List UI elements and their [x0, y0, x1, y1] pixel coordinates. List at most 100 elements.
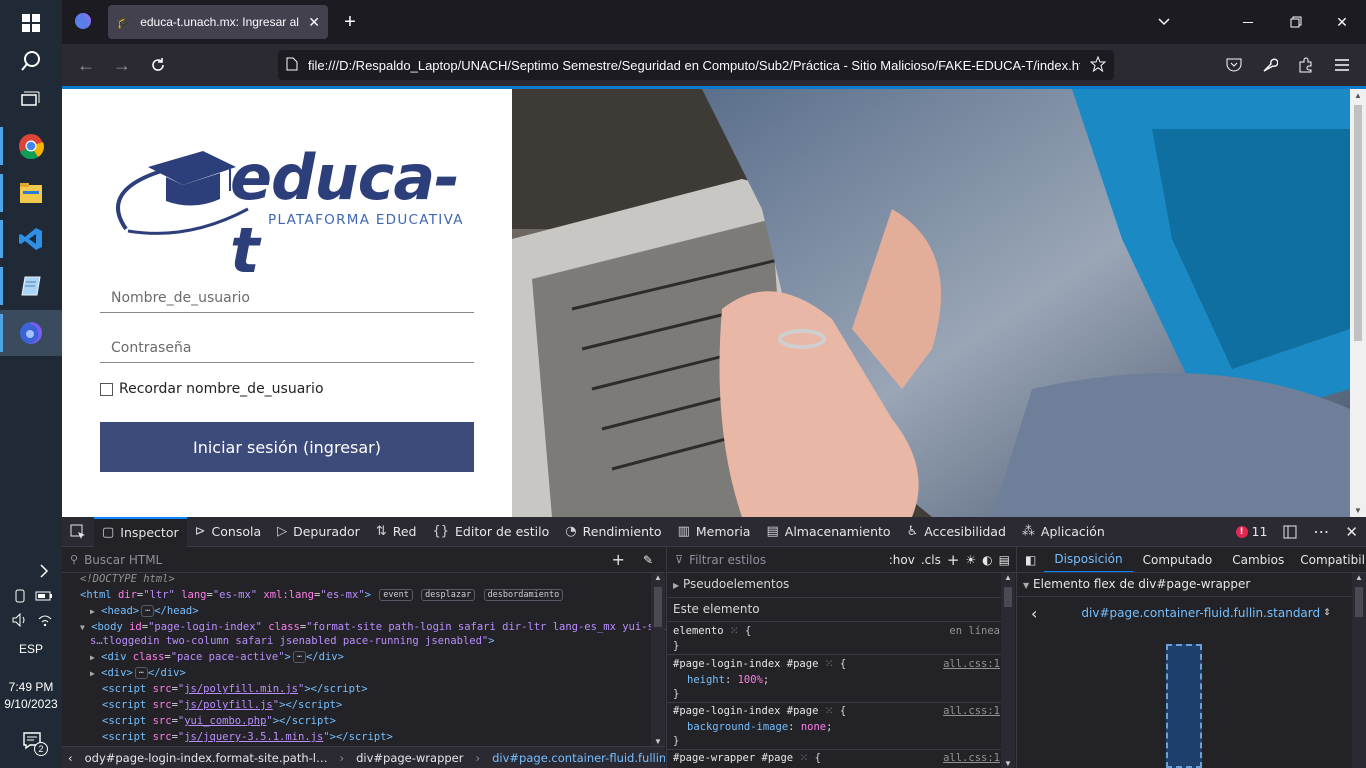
- tab-layout[interactable]: Disposición: [1044, 547, 1133, 572]
- flex-item-selector[interactable]: ‹ div#page.container-fluid.fullin.standa…: [1017, 601, 1352, 625]
- script-line[interactable]: <script src="js/polyfill.js"></script>: [102, 699, 342, 715]
- expand-triangle-icon[interactable]: ▶: [90, 669, 95, 678]
- flex-item-header[interactable]: ▼ Elemento flex de div#page-wrapper: [1023, 577, 1250, 591]
- login-submit-button[interactable]: Iniciar sesión (ingresar): [100, 422, 474, 472]
- light-mode-icon[interactable]: ☀: [965, 553, 976, 567]
- tab-storage[interactable]: ▤ Almacenamiento: [758, 517, 898, 547]
- css-rule[interactable]: #page-wrapper #page ⁙ { all.css:1: [673, 752, 1008, 764]
- tab-network[interactable]: ⇅ Red: [368, 517, 425, 547]
- more-options-icon[interactable]: ⋯: [1305, 517, 1337, 547]
- div-pace-line[interactable]: ▶ <div class="pace pace-active"> ⋯ </div>: [90, 651, 344, 667]
- close-tab-icon[interactable]: ✕: [308, 14, 320, 31]
- breadcrumb-item-active[interactable]: div#page.container-fluid.fullin.standard: [492, 751, 665, 765]
- tab-console[interactable]: ⊳ Consola: [187, 517, 270, 547]
- password-field[interactable]: Contraseña: [100, 333, 474, 363]
- firefox-icon[interactable]: [0, 310, 62, 356]
- expand-triangle-icon[interactable]: ▶: [90, 607, 95, 616]
- page-scrollbar[interactable]: ▲ ▼: [1350, 89, 1366, 517]
- breadcrumb-item[interactable]: div#page-wrapper: [356, 751, 463, 765]
- event-badge[interactable]: event: [379, 589, 413, 601]
- chrome-icon[interactable]: [0, 123, 62, 169]
- collapsed-dots-badge[interactable]: ⋯: [134, 667, 148, 679]
- head-node-line[interactable]: ▶ <head> ⋯ </head>: [90, 605, 199, 621]
- notification-center-icon[interactable]: 2: [20, 728, 48, 756]
- script-line[interactable]: <script src="yui_combo.php"></script>: [102, 715, 336, 731]
- tab-performance[interactable]: ◔ Rendimiento: [557, 517, 669, 547]
- class-toggle[interactable]: .cls: [921, 553, 941, 567]
- collapsed-dots-badge[interactable]: ⋯: [292, 651, 306, 663]
- rules-pane-scrollbar[interactable]: ▲ ▼: [1001, 573, 1015, 768]
- bookmark-star-icon[interactable]: [1089, 55, 1107, 75]
- add-node-icon[interactable]: +: [612, 550, 625, 569]
- reload-icon[interactable]: [148, 55, 168, 75]
- wifi-icon[interactable]: [36, 612, 54, 628]
- back-chevron-icon[interactable]: ‹: [1017, 604, 1051, 623]
- new-tab-icon[interactable]: +: [340, 11, 360, 33]
- back-arrow-icon[interactable]: ←: [76, 55, 96, 75]
- css-rule[interactable]: #page-login-index #page ⁙ { all.css:1: [673, 705, 1008, 717]
- stylesheet-link[interactable]: all.css:1: [943, 705, 1000, 717]
- inline-rule[interactable]: elemento ⁙ { en línea: [673, 625, 1008, 637]
- dark-mode-icon[interactable]: ◐: [982, 553, 992, 567]
- collapsed-dots-badge[interactable]: ⋯: [141, 605, 155, 617]
- html-search-input[interactable]: Buscar HTML: [84, 553, 605, 567]
- css-declaration[interactable]: background-image: none;: [687, 721, 832, 733]
- notepad-icon[interactable]: [0, 263, 62, 309]
- remember-username-checkbox[interactable]: [100, 382, 113, 396]
- html-node-line[interactable]: <html dir="ltr" lang="es-mx" xml:lang="e…: [80, 589, 564, 605]
- tab-accessibility[interactable]: ♿ Accesibilidad: [899, 517, 1014, 547]
- clock-time[interactable]: 7:49 PM: [0, 680, 62, 694]
- scroll-up-arrow-icon[interactable]: ▲: [1354, 91, 1362, 100]
- overflow-badge[interactable]: desbordamiento: [483, 589, 564, 601]
- tab-compatibility[interactable]: Compatibili: [1294, 548, 1366, 572]
- file-explorer-icon[interactable]: [0, 170, 62, 216]
- div-line[interactable]: ▶ <div> ⋯ </div>: [90, 667, 186, 683]
- breadcrumb-item[interactable]: ody#page-login-index.format-site.path-l…: [85, 751, 328, 765]
- element-picker-icon[interactable]: [62, 517, 94, 547]
- tab-memory[interactable]: ▥ Memoria: [670, 517, 759, 547]
- script-line[interactable]: <script src="js/jquery-3.5.1.min.js"></s…: [102, 731, 393, 747]
- styles-filter-input[interactable]: Filtrar estilos: [689, 553, 883, 567]
- clock-date[interactable]: 9/10/2023: [0, 697, 62, 711]
- error-counter[interactable]: ! 11: [1228, 517, 1276, 547]
- print-media-icon[interactable]: ▤: [999, 553, 1010, 567]
- url-bar[interactable]: file:///D:/Respaldo_Laptop/UNACH/Septimo…: [278, 50, 1114, 80]
- stylesheet-link[interactable]: all.css:1: [943, 658, 1000, 670]
- add-rule-icon[interactable]: +: [947, 551, 960, 569]
- task-view-icon[interactable]: [0, 77, 62, 123]
- restore-icon[interactable]: [1286, 12, 1306, 32]
- device-icon[interactable]: [12, 588, 28, 604]
- html-pane-scrollbar[interactable]: ▲ ▼: [651, 573, 665, 746]
- css-declaration[interactable]: height: 100%;: [687, 674, 769, 686]
- tab-application[interactable]: ⁂ Aplicación: [1014, 517, 1113, 547]
- extensions-puzzle-icon[interactable]: [1296, 55, 1316, 75]
- list-tabs-chevron-down-icon[interactable]: [1154, 12, 1174, 32]
- hamburger-menu-icon[interactable]: [1332, 55, 1352, 75]
- username-field[interactable]: Nombre_de_usuario: [100, 283, 474, 313]
- tab-computed[interactable]: Computado: [1133, 548, 1223, 572]
- tab-debugger[interactable]: ▷ Depurador: [269, 517, 368, 547]
- forward-arrow-icon[interactable]: →: [112, 55, 132, 75]
- scroll-badge[interactable]: desplazar: [421, 589, 476, 601]
- tab-style-editor[interactable]: {} Editor de estilo: [424, 517, 557, 547]
- wrench-icon[interactable]: [1260, 55, 1280, 75]
- sidebar-toggle-icon[interactable]: ◧: [1017, 553, 1044, 567]
- close-devtools-icon[interactable]: ✕: [1337, 517, 1366, 547]
- breadcrumb-back-icon[interactable]: ‹: [68, 751, 73, 765]
- language-indicator[interactable]: ESP: [0, 642, 62, 656]
- collapse-triangle-icon[interactable]: ▼: [80, 623, 85, 632]
- dock-side-icon[interactable]: [1275, 517, 1305, 547]
- pocket-icon[interactable]: [1224, 55, 1244, 75]
- pseudo-elements-toggle[interactable]: ▶ Pseudoelementos: [673, 577, 789, 591]
- eyedropper-icon[interactable]: ✎: [643, 553, 653, 567]
- layout-pane-scrollbar[interactable]: ▲: [1352, 573, 1366, 768]
- chevron-right-icon[interactable]: [36, 563, 52, 579]
- firefox-view-icon[interactable]: [72, 10, 94, 32]
- volume-icon[interactable]: [12, 612, 28, 628]
- browser-tab[interactable]: 🎓 educa-t.unach.mx: Ingresar al sitio ✕: [108, 5, 328, 39]
- vscode-icon[interactable]: [0, 216, 62, 262]
- close-window-icon[interactable]: ✕: [1332, 12, 1352, 32]
- tab-changes[interactable]: Cambios: [1222, 548, 1294, 572]
- battery-icon[interactable]: [34, 588, 54, 604]
- script-line[interactable]: <script src="js/polyfill.min.js"></scrip…: [102, 683, 368, 699]
